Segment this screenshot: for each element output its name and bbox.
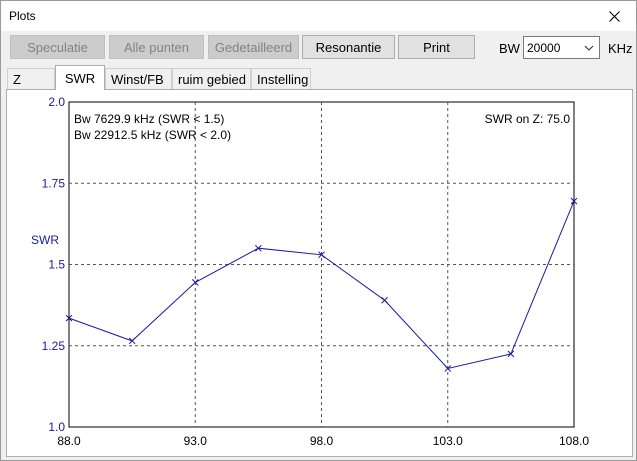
tab-z[interactable]: Z xyxy=(7,68,55,89)
close-button[interactable] xyxy=(592,1,636,31)
close-icon xyxy=(608,10,620,22)
tab-instelling[interactable]: Instelling xyxy=(251,68,311,89)
print-button[interactable]: Print xyxy=(398,35,475,59)
bw-unit-label: KHz xyxy=(608,41,633,56)
window-title: Plots xyxy=(9,9,36,23)
toolbar: Speculatie Alle punten Gedetailleerd Res… xyxy=(1,31,636,63)
y-tick-label: 1.75 xyxy=(42,176,66,190)
tab-ruim-gebied[interactable]: ruim gebied xyxy=(172,68,251,89)
alle-punten-button[interactable]: Alle punten xyxy=(109,35,204,59)
bw-15-annotation: Bw 7629.9 kHz (SWR < 1.5) xyxy=(74,112,224,126)
plots-window: Plots Speculatie Alle punten Gedetaillee… xyxy=(0,0,637,461)
swr-on-z-annotation: SWR on Z: 75.0 xyxy=(485,112,571,126)
y-tick-label: 1.25 xyxy=(42,339,66,353)
y-axis-label: SWR xyxy=(31,233,59,247)
x-tick-label: 108.0 xyxy=(559,434,589,448)
swr-chart: 88.0 93.0 98.0 103.0 108.01.01.251.51.752.0 … xyxy=(31,95,589,448)
tab-swr[interactable]: SWR xyxy=(55,65,105,90)
y-tick-label: 1.0 xyxy=(48,420,65,434)
tab-winst-fb[interactable]: Winst/FB xyxy=(105,68,172,89)
x-tick-label: 93.0 xyxy=(184,434,208,448)
y-tick-label: 2.0 xyxy=(48,95,65,109)
chevron-down-icon xyxy=(584,45,594,51)
bw-select[interactable]: 20000 xyxy=(523,36,600,59)
tab-strip: Z SWR Winst/FB ruim gebied Instelling xyxy=(1,63,636,90)
swr-plot-panel: 88.0 93.0 98.0 103.0 108.0 1.0 1.25 1.5 1.75 2.0 … xyxy=(6,89,633,457)
resonantie-button[interactable]: Resonantie xyxy=(302,35,395,59)
bw-20-annotation: Bw 22912.5 kHz (SWR < 2.0) xyxy=(74,128,231,142)
title-bar: Plots xyxy=(1,1,636,31)
bw-label: BW xyxy=(499,41,520,56)
bw-value: 20000 xyxy=(527,40,561,55)
x-tick-label: 103.0 xyxy=(433,434,463,448)
speculatie-button[interactable]: Speculatie xyxy=(10,35,105,59)
x-tick-label: 88.0 xyxy=(57,434,81,448)
gedetailleerd-button[interactable]: Gedetailleerd xyxy=(208,35,299,59)
y-tick-label: 1.5 xyxy=(48,258,65,272)
x-tick-label: 98.0 xyxy=(310,434,334,448)
